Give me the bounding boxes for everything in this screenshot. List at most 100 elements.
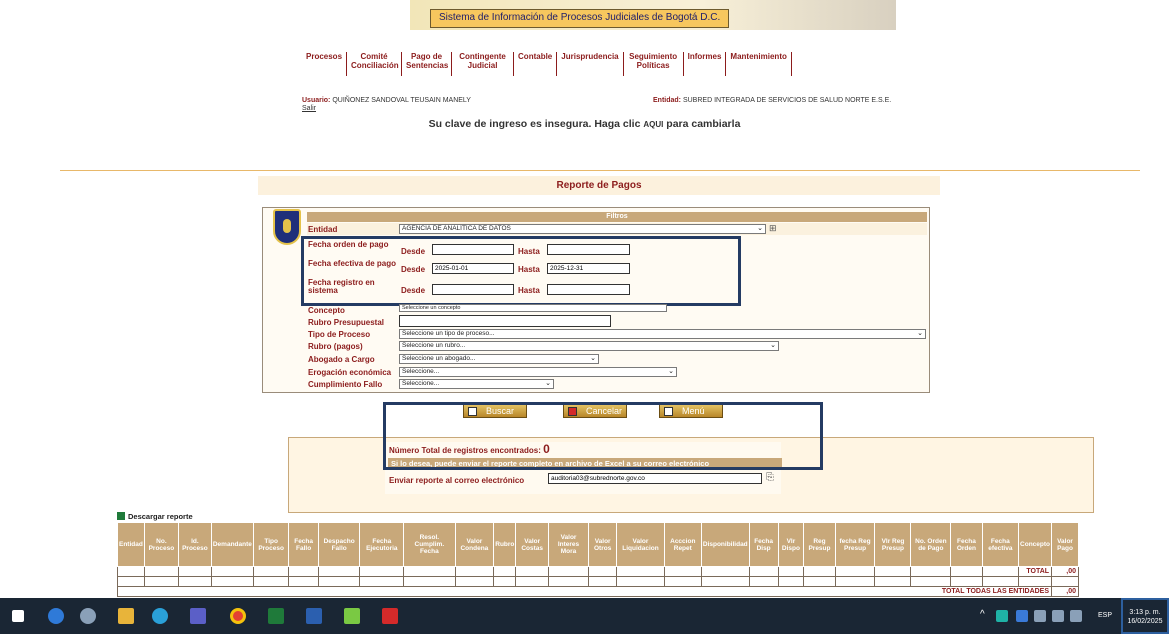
email-label: Enviar reporte al correo electrónico [389, 476, 525, 485]
entidad-select[interactable]: AGENCIA DE ANALÍTICA DE DATOS ⌄ [399, 224, 766, 234]
clock-time: 3:13 p. m. [1129, 609, 1161, 616]
table-cell [454, 576, 495, 587]
concepto-select[interactable]: Seleccione un concepto [399, 304, 667, 312]
table-cell [950, 566, 983, 577]
concepto-label: Concepto [308, 306, 345, 315]
warning-text-before: Su clave de ingreso es insegura. Haga cl… [428, 118, 644, 130]
rubro-presupuestal-input[interactable] [399, 315, 611, 327]
table-cell [548, 576, 590, 587]
table-cell [981, 576, 1020, 587]
cumplimiento-select[interactable]: Seleccione... ⌄ [399, 379, 554, 389]
column-header: Valor Interes Mora [548, 522, 590, 567]
org-chart-icon[interactable]: ⊞ [769, 223, 777, 234]
download-report-link[interactable]: Descargar reporte [117, 512, 1077, 522]
table-cell [616, 576, 665, 587]
table-cell [359, 566, 405, 577]
column-header: Resol. Cumplim. Fecha [403, 522, 456, 567]
column-header: Rubro [493, 522, 517, 567]
tipo-proceso-select[interactable]: Seleccione un tipo de proceso... ⌄ [399, 329, 926, 339]
column-header: Vlr Dispo [777, 522, 805, 567]
nav-contingente-judicial[interactable]: Contingente Judicial [452, 52, 515, 76]
app-icon[interactable] [344, 608, 360, 624]
rubro-pagos-label: Rubro (pagos) [308, 342, 363, 351]
payments-table: Entidad No. Proceso Id. Proceso Demandante T… [116, 522, 1079, 597]
file-explorer-icon[interactable] [118, 608, 134, 624]
excel-icon[interactable] [268, 608, 284, 624]
table-cell [700, 566, 750, 577]
nav-procesos[interactable]: Procesos [302, 52, 348, 76]
nav-mantenimiento[interactable]: Mantenimiento [726, 52, 792, 76]
word-icon[interactable] [306, 608, 322, 624]
nav-contable[interactable]: Contable [514, 52, 558, 76]
nav-seguimiento-politicas[interactable]: Seguimiento Políticas [624, 52, 684, 76]
app-title: Sistema de Información de Procesos Judic… [430, 9, 730, 28]
table-cell [777, 566, 805, 577]
column-header: Disponibilidad [700, 522, 750, 567]
app-icon[interactable] [80, 608, 96, 624]
total-label [1018, 576, 1053, 587]
nav-jurisprudencia[interactable]: Jurisprudencia [557, 52, 624, 76]
abogado-label: Abogado a Cargo [308, 355, 375, 364]
teams-icon[interactable] [190, 608, 206, 624]
table-cell [454, 566, 495, 577]
table-cell [252, 576, 290, 587]
column-header: Valor Otros [588, 522, 618, 567]
table-cell [834, 576, 876, 587]
tray-icon[interactable] [1016, 610, 1028, 622]
user-name: QUIÑONEZ SANDOVAL TEUSAIN MANELY [332, 97, 471, 104]
table-cell [663, 566, 702, 577]
column-header: Fecha Ejecutoria [359, 522, 405, 567]
table-cell [834, 566, 876, 577]
acrobat-icon[interactable] [382, 608, 398, 624]
table-cell [178, 566, 212, 577]
chrome-icon[interactable] [230, 608, 246, 624]
app-icon[interactable] [48, 608, 64, 624]
tray-icon[interactable] [996, 610, 1008, 622]
table-cell [403, 576, 456, 587]
erogacion-label: Erogación económica [308, 368, 392, 377]
table-cell [288, 576, 319, 587]
windows-start-icon[interactable] [12, 610, 24, 622]
table-cell [616, 566, 665, 577]
rubro-presupuestal-label: Rubro Presupuestal [308, 318, 385, 327]
logout-link[interactable]: Salir [302, 105, 316, 112]
total-value: ,00 [1051, 586, 1079, 597]
nav-pago-sentencias[interactable]: Pago de Sentencias [402, 52, 453, 76]
nav-comite-conciliacion[interactable]: Comité Conciliación [347, 52, 403, 76]
table-cell [143, 576, 180, 587]
edge-icon[interactable] [152, 608, 168, 624]
entity-info: Entidad: SUBRED INTEGRADA DE SERVICIOS D… [653, 97, 891, 104]
network-icon[interactable] [1052, 610, 1064, 622]
chevron-up-icon[interactable]: ^ [980, 609, 985, 620]
clock-date: 16/02/2025 [1127, 618, 1163, 625]
entity-name: SUBRED INTEGRADA DE SERVICIOS DE SALUD N… [682, 97, 892, 104]
table-cell [748, 576, 779, 587]
send-email-icon[interactable]: ⎘ [766, 472, 774, 483]
abogado-select[interactable]: Seleccione un abogado... ⌄ [399, 354, 599, 364]
column-header: Concepto [1018, 522, 1053, 567]
total-value [1051, 576, 1079, 587]
tipo-proceso-label: Tipo de Proceso [308, 330, 371, 339]
tray-icon[interactable] [1034, 610, 1046, 622]
table-row: TOTAL ,00 [117, 566, 1079, 577]
table-cell [317, 576, 361, 587]
annotation-box-dates [301, 236, 741, 306]
annotation-box-results [383, 402, 823, 470]
total-label: TOTAL [1018, 566, 1053, 577]
table-cell [515, 576, 550, 587]
pen-icon[interactable] [1070, 610, 1082, 622]
erogacion-select[interactable]: Seleccione... ⌄ [399, 367, 677, 377]
table-cell [748, 566, 779, 577]
nav-informes[interactable]: Informes [684, 52, 727, 76]
email-input[interactable]: auditoria03@subrednorte.gov.co [548, 473, 762, 484]
table-cell [588, 576, 618, 587]
rubro-pagos-select[interactable]: Seleccione un rubro... ⌄ [399, 341, 779, 351]
clock[interactable]: 3:13 p. m. 16/02/2025 [1121, 598, 1169, 634]
entity-label: Entidad: [653, 97, 681, 104]
language-indicator[interactable]: ESP [1098, 612, 1112, 619]
table-header-row: Entidad No. Proceso Id. Proceso Demandante T… [117, 522, 1079, 567]
change-password-link[interactable]: AQUI [643, 120, 663, 129]
filters-heading: Filtros [307, 212, 927, 222]
column-header: No. Orden de Pago [910, 522, 952, 567]
user-info: Usuario: QUIÑONEZ SANDOVAL TEUSAIN MANEL… [302, 97, 471, 104]
